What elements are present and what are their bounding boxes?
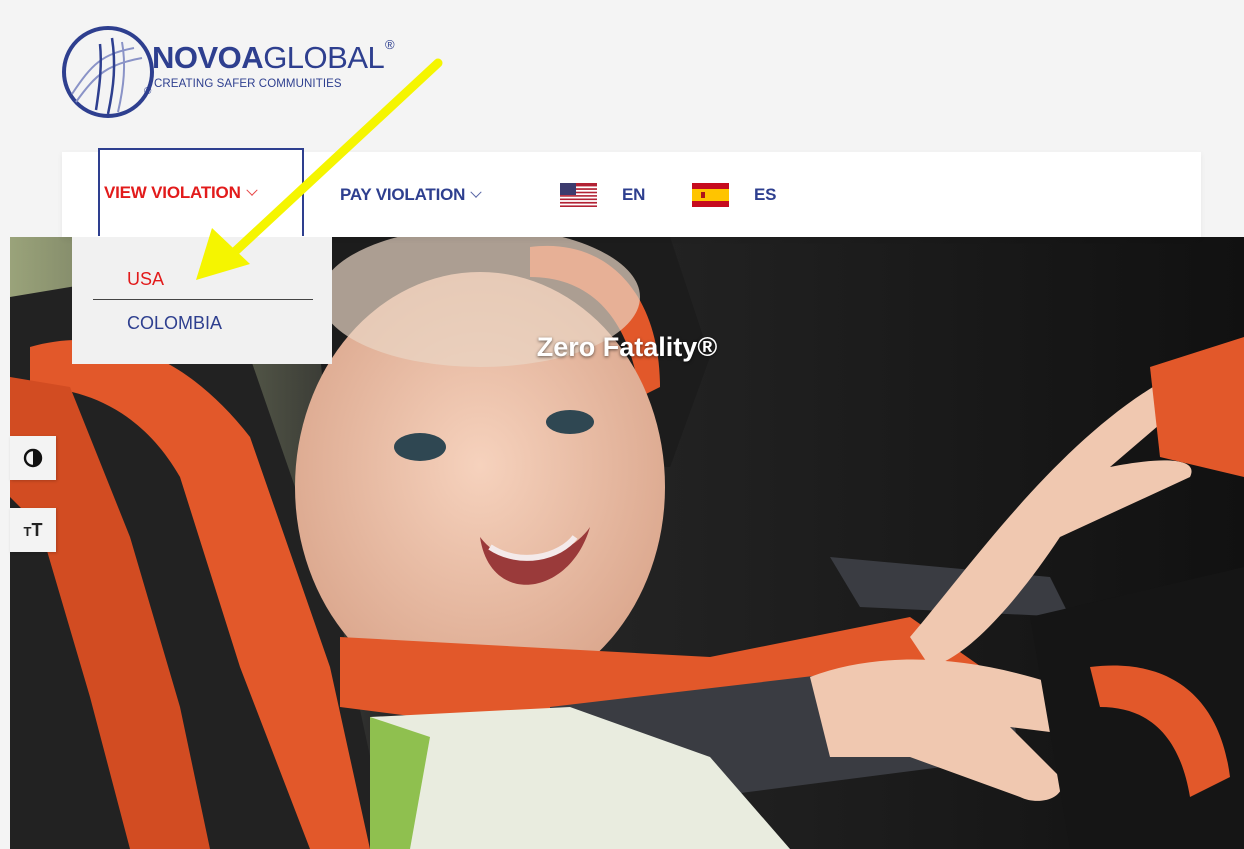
dropdown-divider	[93, 299, 313, 300]
logo-brand-bold: NOVOA	[152, 40, 264, 75]
globe-logo-icon	[62, 26, 154, 118]
nav-pay-violation[interactable]: PAY VIOLATION	[340, 152, 482, 237]
spain-flag-icon	[692, 182, 729, 207]
logo-registered-mark: ®	[385, 37, 395, 52]
language-flag-es[interactable]	[692, 152, 729, 237]
nav-view-violation-label: VIEW VIOLATION	[104, 183, 241, 202]
contrast-icon	[23, 448, 43, 468]
language-es[interactable]: ES	[754, 152, 776, 237]
main-navigation: VIEW VIOLATION PAY VIOLATION EN ES	[62, 148, 1201, 237]
chevron-down-icon	[246, 184, 258, 196]
view-violation-dropdown: USA COLOMBIA	[72, 237, 332, 364]
nav-view-violation[interactable]: VIEW VIOLATION	[98, 148, 304, 236]
dropdown-item-colombia[interactable]: COLOMBIA	[127, 313, 222, 334]
us-flag-icon	[560, 182, 597, 207]
language-en[interactable]: EN	[622, 152, 645, 237]
logo-tagline: CREATING SAFER COMMUNITIES	[154, 78, 342, 90]
language-flag-us[interactable]	[560, 152, 597, 237]
brand-logo[interactable]: NOVOAGLOBAL ® CREATING SAFER COMMUNITIES…	[62, 22, 402, 122]
logo-brand-light: GLOBAL	[263, 40, 385, 75]
logo-registered-mark-small: ®	[144, 86, 152, 97]
chevron-down-icon	[470, 186, 482, 198]
text-size-button[interactable]: TT	[10, 508, 56, 552]
dropdown-item-usa[interactable]: USA	[127, 269, 164, 290]
contrast-toggle-button[interactable]	[10, 436, 56, 480]
logo-wordmark: NOVOAGLOBAL	[152, 40, 385, 75]
nav-pay-violation-label: PAY VIOLATION	[340, 184, 466, 204]
text-size-icon: TT	[23, 519, 43, 540]
